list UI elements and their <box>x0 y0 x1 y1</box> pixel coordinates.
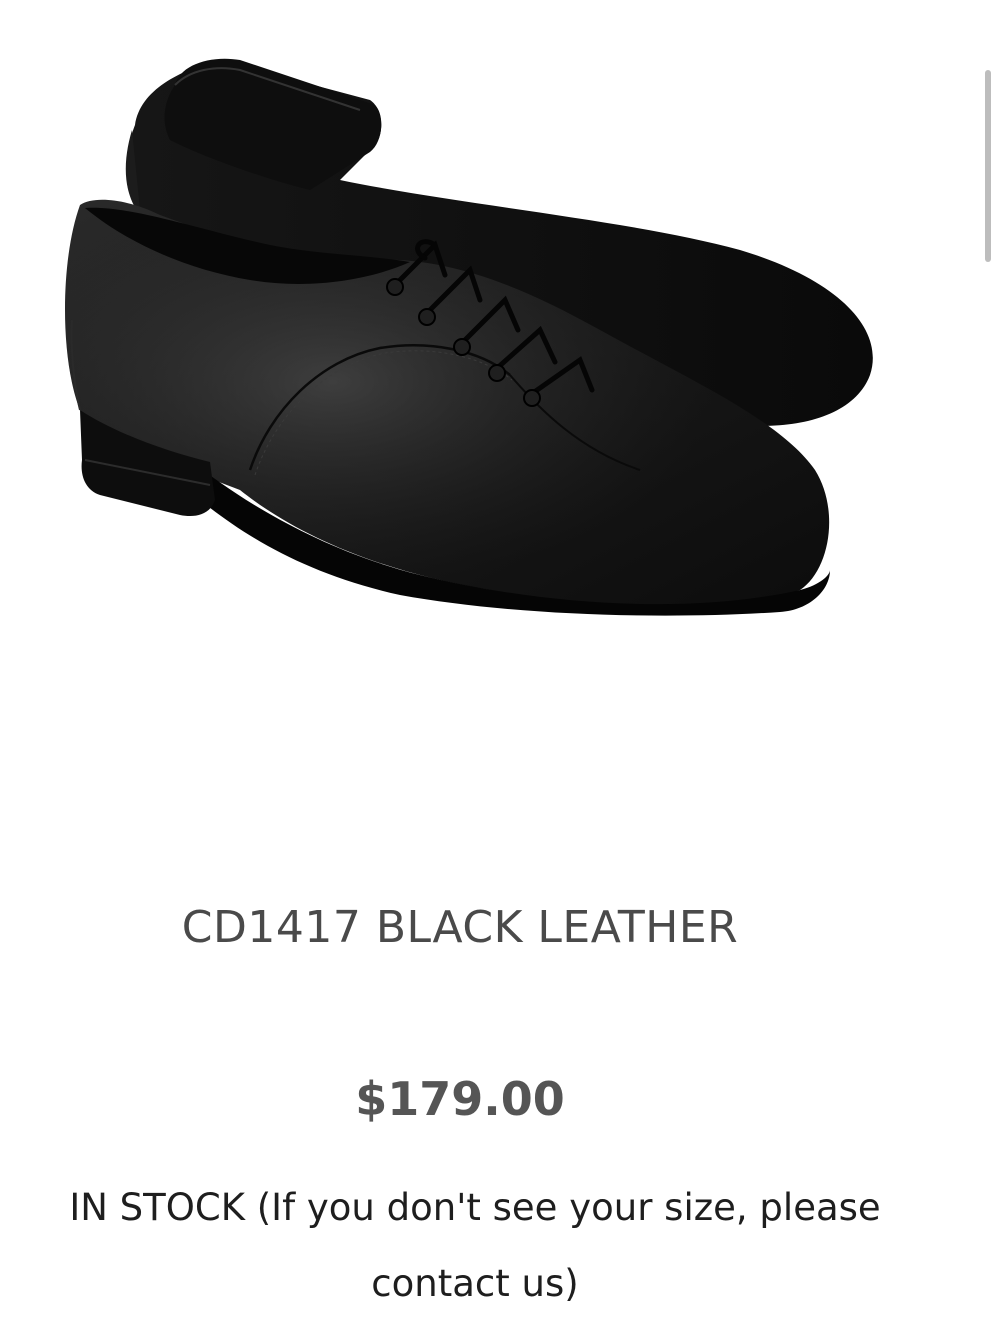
shoe-image <box>65 58 873 616</box>
scrollbar-thumb[interactable] <box>985 70 991 262</box>
stock-status: IN STOCK (If you don't see your size, pl… <box>30 1170 920 1322</box>
product-page: CD1417 BLACK LEATHER $179.00 IN STOCK (I… <box>0 0 1000 1333</box>
contact-us-link[interactable]: contact us <box>371 1262 564 1305</box>
product-image[interactable] <box>40 30 900 650</box>
stock-note-suffix: ) <box>564 1262 579 1305</box>
stock-status-label: IN STOCK <box>69 1186 245 1229</box>
product-price: $179.00 <box>355 1072 565 1126</box>
stock-note-prefix: (If you don't see your size, please <box>244 1186 881 1229</box>
product-title: CD1417 BLACK LEATHER <box>181 902 739 953</box>
